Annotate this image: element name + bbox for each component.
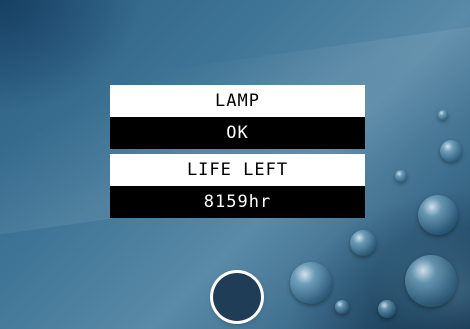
water-drop-decoration xyxy=(350,230,376,256)
home-button[interactable] xyxy=(213,273,261,321)
water-drop-decoration xyxy=(418,195,458,235)
lamp-status-value: OK xyxy=(110,117,365,149)
water-drop-decoration xyxy=(395,170,407,182)
water-drop-decoration xyxy=(440,140,462,162)
life-left-label: LIFE LEFT xyxy=(110,154,365,186)
screen-background: LAMP OK LIFE LEFT 8159hr xyxy=(0,0,470,329)
water-drop-decoration xyxy=(438,110,448,120)
lamp-status-panel: LAMP OK LIFE LEFT 8159hr xyxy=(110,85,365,218)
life-left-value: 8159hr xyxy=(110,186,365,218)
water-drop-decoration xyxy=(378,300,396,318)
water-drop-decoration xyxy=(405,255,457,307)
lamp-label: LAMP xyxy=(110,85,365,117)
water-drop-decoration xyxy=(290,262,332,304)
water-drop-decoration xyxy=(335,300,349,314)
